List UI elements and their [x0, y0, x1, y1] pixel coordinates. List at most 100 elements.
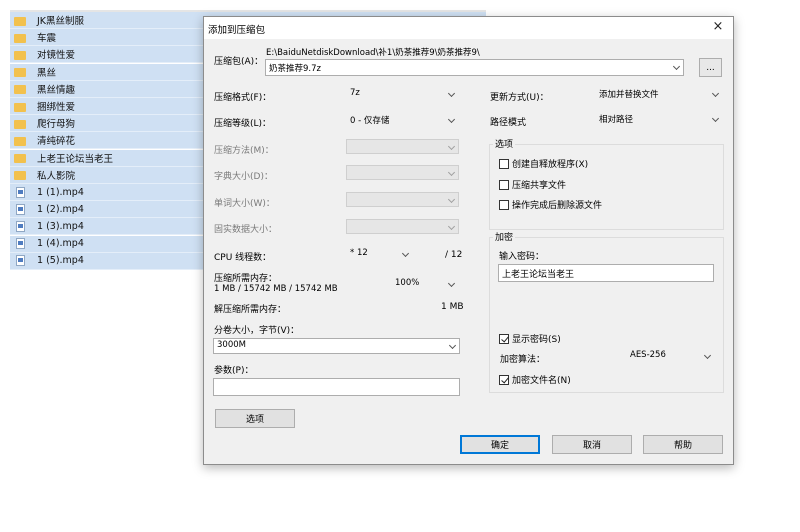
dialog-titlebar: 添加到压缩包 ×	[204, 17, 733, 39]
close-icon[interactable]: ×	[710, 19, 726, 35]
chevron-down-icon	[447, 168, 456, 177]
cpu-value: * 12	[350, 248, 368, 258]
video-file-icon	[16, 255, 25, 267]
mem-percent-value: 100%	[395, 278, 420, 288]
list-item-name: 上老王论坛当老王	[37, 153, 114, 165]
mem-comp-detail: 1 MB / 15742 MB / 15742 MB	[214, 284, 338, 294]
delete-after-label: 操作完成后删除源文件	[512, 201, 603, 211]
params-label: 参数(P)：	[214, 366, 254, 376]
volume-combo[interactable]: 3000M	[213, 338, 460, 354]
video-file-icon	[16, 186, 25, 198]
checkbox-checked-icon[interactable]	[499, 333, 509, 344]
shared-files-label: 压缩共享文件	[512, 181, 567, 191]
folder-icon	[14, 68, 26, 78]
chevron-down-icon	[447, 142, 456, 151]
password-input[interactable]: 上老王论坛当老王	[498, 264, 714, 282]
dict-label: 字典大小(D)：	[214, 172, 273, 182]
list-item-name: 1 (5).mp4	[37, 255, 84, 267]
solid-label: 固实数据大小：	[214, 225, 278, 235]
encrypt-names-label: 加密文件名(N)	[512, 376, 571, 386]
chevron-down-icon[interactable]	[447, 89, 456, 98]
list-item-name: 爬行母狗	[37, 119, 76, 131]
list-item-name: 1 (4).mp4	[37, 238, 84, 250]
format-combo[interactable]: 7z	[346, 86, 459, 101]
list-item-name: 黑丝情趣	[37, 84, 76, 96]
show-password-checkbox[interactable]: 显示密码(S)	[499, 332, 561, 345]
ok-button[interactable]: 确定	[460, 435, 540, 454]
list-item-name: 私人影院	[37, 170, 76, 182]
folder-icon	[14, 136, 26, 146]
video-file-icon	[16, 238, 25, 250]
folder-icon	[14, 33, 26, 43]
checkbox-icon[interactable]	[499, 179, 509, 190]
format-label: 压缩格式(F)：	[214, 93, 272, 103]
enc-method-combo[interactable]: AES-256	[626, 348, 715, 363]
list-item-name: 1 (1).mp4	[37, 186, 84, 198]
cpu-combo[interactable]: * 12	[346, 246, 413, 261]
volume-label: 分卷大小，字节(V)：	[214, 326, 300, 336]
level-label: 压缩等级(L)：	[214, 119, 272, 129]
chevron-down-icon[interactable]	[672, 62, 681, 71]
solid-combo	[346, 219, 459, 234]
mem-decomp-value: 1 MB	[441, 302, 464, 312]
enc-method-label: 加密算法：	[500, 355, 546, 365]
chevron-down-icon[interactable]	[401, 249, 410, 258]
list-item-name: 捆绑性爱	[37, 102, 76, 113]
browse-button[interactable]: ...	[699, 58, 722, 77]
path-mode-combo[interactable]: 相对路径	[595, 111, 723, 126]
archive-name-value: 奶茶推荐9.7z	[269, 64, 321, 74]
delete-after-checkbox[interactable]: 操作完成后删除源文件	[499, 198, 602, 211]
help-button[interactable]: 帮助	[643, 435, 723, 454]
checkbox-icon[interactable]	[499, 199, 509, 210]
shared-files-checkbox[interactable]: 压缩共享文件	[499, 178, 566, 191]
level-value: 0 - 仅存储	[350, 116, 390, 126]
update-combo[interactable]: 添加并替换文件	[595, 86, 723, 101]
dict-combo	[346, 165, 459, 180]
mem-decomp-label: 解压缩所需内存：	[214, 305, 287, 315]
chevron-down-icon[interactable]	[711, 89, 720, 98]
folder-icon	[14, 171, 26, 181]
sfx-label: 创建自释放程序(X)	[512, 160, 589, 170]
cancel-button[interactable]: 取消	[552, 435, 632, 454]
chevron-down-icon[interactable]	[711, 114, 720, 123]
enc-method-value: AES-256	[630, 350, 666, 360]
add-to-archive-dialog: 添加到压缩包 × 压缩包(A)： E:\BaiduNetdiskDownload…	[203, 16, 734, 465]
folder-icon	[14, 119, 26, 129]
password-label: 输入密码：	[499, 252, 545, 262]
chevron-down-icon	[447, 195, 456, 204]
level-combo[interactable]: 0 - 仅存储	[346, 112, 459, 127]
path-mode-label: 路径模式	[490, 118, 527, 128]
options-button[interactable]: 选项	[215, 409, 295, 428]
chevron-down-icon	[447, 222, 456, 231]
word-label: 单词大小(W)：	[214, 199, 275, 209]
volume-value: 3000M	[217, 340, 246, 350]
folder-icon	[14, 16, 26, 26]
folder-icon	[14, 102, 26, 112]
chevron-down-icon[interactable]	[447, 279, 456, 288]
params-input[interactable]	[213, 378, 460, 396]
list-item-name: 车震	[37, 33, 57, 45]
chevron-down-icon[interactable]	[447, 115, 456, 124]
folder-icon	[14, 85, 26, 95]
sfx-checkbox[interactable]: 创建自释放程序(X)	[499, 157, 588, 170]
chevron-down-icon[interactable]	[703, 351, 712, 360]
chevron-down-icon[interactable]	[448, 341, 457, 350]
update-label: 更新方式(U)：	[490, 93, 549, 103]
path-mode-value: 相对路径	[599, 115, 634, 125]
options-group-title: 选项	[493, 137, 516, 150]
checkbox-icon[interactable]	[499, 158, 509, 169]
folder-icon	[14, 154, 26, 164]
video-file-icon	[16, 203, 25, 215]
method-label: 压缩方法(M)：	[214, 146, 274, 156]
folder-icon	[14, 50, 26, 60]
encrypt-names-checkbox[interactable]: 加密文件名(N)	[499, 373, 571, 386]
archive-name-combo[interactable]: 奶茶推荐9.7z	[265, 59, 684, 76]
archive-path: E:\BaiduNetdiskDownload\补1\奶茶推荐9\奶茶推荐9\	[266, 48, 480, 58]
cpu-max: / 12	[445, 250, 463, 260]
dialog-title: 添加到压缩包	[208, 25, 266, 36]
list-item-name: 清纯碎花	[37, 136, 76, 148]
checkbox-checked-icon[interactable]	[499, 374, 509, 385]
mem-percent-combo[interactable]: 100%	[391, 276, 459, 291]
cpu-label: CPU 线程数：	[214, 253, 272, 263]
update-value: 添加并替换文件	[599, 90, 659, 100]
